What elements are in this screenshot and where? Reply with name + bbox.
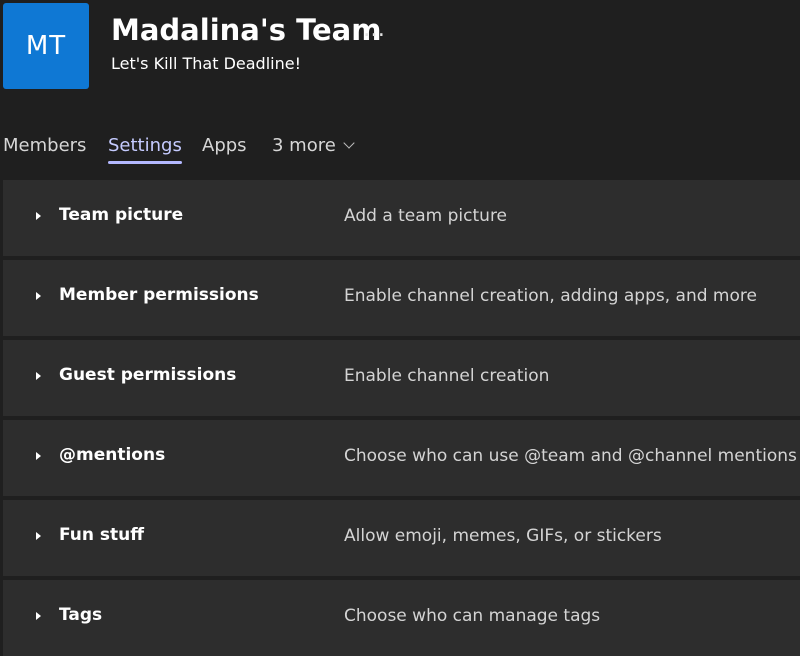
tab-members[interactable]: Members bbox=[3, 135, 86, 156]
team-name: Madalina's Team bbox=[111, 13, 382, 47]
expand-caret-icon bbox=[36, 612, 41, 620]
tab-settings[interactable]: Settings bbox=[108, 135, 182, 164]
expand-caret-icon bbox=[36, 372, 41, 380]
team-tabs: Members Settings Apps 3 more bbox=[0, 130, 800, 170]
team-header: MT Madalina's Team … Let's Kill That Dea… bbox=[0, 0, 800, 118]
team-tagline: Let's Kill That Deadline! bbox=[111, 54, 301, 73]
setting-row-guest-permissions[interactable]: Guest permissions Enable channel creatio… bbox=[3, 340, 800, 416]
setting-description: Choose who can use @team and @channel me… bbox=[344, 446, 797, 466]
chevron-down-icon bbox=[343, 137, 355, 149]
expand-caret-icon bbox=[36, 292, 41, 300]
more-options-icon[interactable]: … bbox=[363, 16, 386, 44]
setting-title: Member permissions bbox=[59, 285, 259, 305]
setting-title: @mentions bbox=[59, 445, 166, 465]
avatar-initials: MT bbox=[25, 31, 67, 61]
setting-description: Enable channel creation, adding apps, an… bbox=[344, 286, 757, 306]
expand-caret-icon bbox=[36, 212, 41, 220]
setting-description: Enable channel creation bbox=[344, 366, 550, 386]
expand-caret-icon bbox=[36, 532, 41, 540]
setting-description: Choose who can manage tags bbox=[344, 606, 601, 626]
setting-title: Guest permissions bbox=[59, 365, 237, 385]
setting-row-member-permissions[interactable]: Member permissions Enable channel creati… bbox=[3, 260, 800, 336]
tab-label: Members bbox=[3, 135, 87, 156]
expand-caret-icon bbox=[36, 452, 41, 460]
tab-label: Apps bbox=[202, 135, 247, 156]
setting-description: Add a team picture bbox=[344, 206, 508, 226]
setting-description: Allow emoji, memes, GIFs, or stickers bbox=[344, 526, 662, 546]
team-avatar[interactable]: MT bbox=[3, 3, 89, 89]
setting-row-tags[interactable]: Tags Choose who can manage tags bbox=[3, 580, 800, 656]
tab-label: 3 more bbox=[272, 135, 336, 156]
setting-row-fun-stuff[interactable]: Fun stuff Allow emoji, memes, GIFs, or s… bbox=[3, 500, 800, 576]
setting-title: Tags bbox=[59, 605, 103, 625]
tab-apps[interactable]: Apps bbox=[202, 135, 247, 156]
setting-row-mentions[interactable]: @mentions Choose who can use @team and @… bbox=[3, 420, 800, 496]
tab-label: Settings bbox=[108, 135, 182, 156]
tab-more[interactable]: 3 more bbox=[272, 135, 355, 156]
setting-row-team-picture[interactable]: Team picture Add a team picture bbox=[3, 180, 800, 256]
setting-title: Team picture bbox=[59, 205, 184, 225]
setting-title: Fun stuff bbox=[59, 525, 145, 545]
